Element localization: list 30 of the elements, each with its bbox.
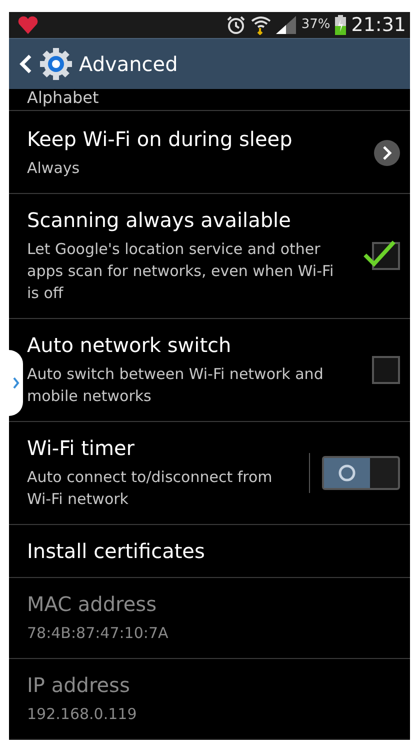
gear-icon xyxy=(39,46,73,81)
setting-title: IP address xyxy=(27,673,131,697)
setting-title: Wi-Fi timer xyxy=(27,436,136,460)
setting-summary: Alphabet xyxy=(27,88,99,107)
battery-icon xyxy=(335,14,346,35)
screen-title: Advanced xyxy=(79,52,178,76)
setting-title: MAC address xyxy=(27,592,158,616)
setting-summary: 192.168.0.119 xyxy=(27,704,138,725)
toggle-switch[interactable] xyxy=(322,456,400,490)
setting-summary: Auto connect to/disconnect from Wi-Fi network xyxy=(27,467,274,510)
back-icon xyxy=(19,54,33,74)
setting-summary: Let Google's location service and other apps scan for networks, even when Wi-Fi is off xyxy=(27,239,335,304)
setting-summary: Always xyxy=(27,158,81,179)
setting-summary: Auto switch between Wi-Fi network and mobile networks xyxy=(27,364,324,407)
setting-title: Install certificates xyxy=(27,539,206,563)
setting-title: Scanning always available xyxy=(27,208,292,232)
clock-time: 21:31 xyxy=(351,14,406,36)
setting-title: Auto network switch xyxy=(27,333,232,357)
signal-icon xyxy=(276,16,296,34)
chevron-right-icon[interactable] xyxy=(374,140,400,166)
setting-title: Keep Wi-Fi on during sleep xyxy=(27,127,294,151)
battery-percent: 37% xyxy=(301,17,330,32)
checkbox[interactable] xyxy=(372,356,400,384)
wifi-icon xyxy=(251,14,272,35)
alarm-clock-icon xyxy=(226,14,246,35)
side-panel-handle[interactable] xyxy=(9,350,23,416)
setting-summary: 78:4B:87:47:10:7A xyxy=(27,623,170,644)
heart-icon xyxy=(17,14,39,35)
circle-icon xyxy=(338,464,356,482)
back-button[interactable] xyxy=(19,46,73,81)
